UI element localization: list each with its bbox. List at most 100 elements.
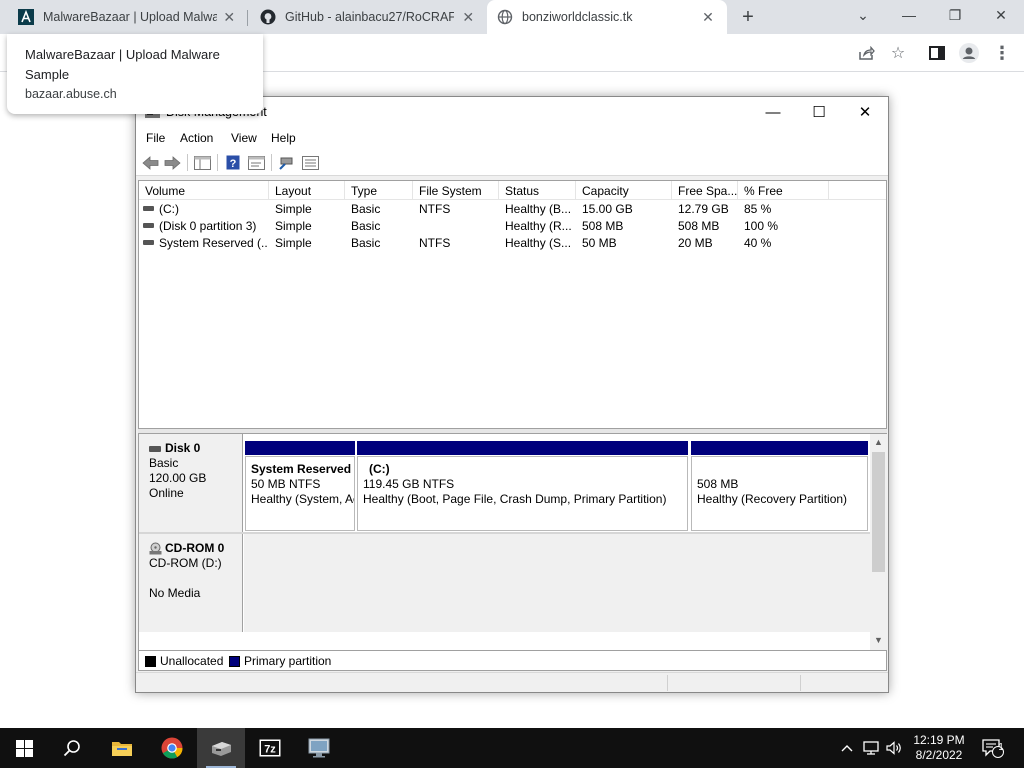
browser-minimize-icon[interactable]: — xyxy=(886,0,932,30)
close-tab-icon[interactable]: ✕ xyxy=(223,8,236,26)
partition-name xyxy=(697,462,862,477)
menu-action[interactable]: Action xyxy=(180,131,213,145)
column-type[interactable]: Type xyxy=(345,181,413,200)
back-icon[interactable] xyxy=(141,154,159,171)
new-tab-button[interactable]: + xyxy=(736,5,760,29)
disk-0-label[interactable]: Disk 0 Basic 120.00 GB Online xyxy=(139,434,243,532)
clock[interactable]: 12:19 PM 8/2/2022 xyxy=(906,733,972,763)
show-hidden-icons-icon[interactable] xyxy=(838,728,856,768)
column-volume[interactable]: Volume xyxy=(139,181,269,200)
cell-free-space: 12.79 GB xyxy=(678,202,729,216)
cell-percent-free: 100 % xyxy=(744,219,779,233)
browser-menu-icon[interactable]: ⋮ xyxy=(992,43,1012,63)
column-file-system[interactable]: File System xyxy=(413,181,499,200)
column-capacity[interactable]: Capacity xyxy=(576,181,672,200)
search-icon[interactable] xyxy=(48,728,96,768)
browser-restore-icon[interactable]: ❐ xyxy=(932,0,978,30)
profile-avatar-icon[interactable] xyxy=(959,43,979,63)
status-divider xyxy=(800,675,801,691)
disk-name: CD-ROM 0 xyxy=(165,541,225,555)
cdrom-empty-area xyxy=(244,534,870,632)
toolbar-separator xyxy=(187,154,188,171)
volume-icon xyxy=(143,223,154,228)
cell-free-space: 508 MB xyxy=(678,219,720,233)
file-explorer-icon[interactable] xyxy=(98,728,146,768)
chrome-icon[interactable] xyxy=(148,728,196,768)
column-percent-free[interactable]: % Free xyxy=(738,181,829,200)
start-icon[interactable] xyxy=(0,728,48,768)
toolbar-separator xyxy=(217,154,218,171)
notification-center-icon[interactable]: 1 xyxy=(981,728,1005,768)
cell-status: Healthy (R... xyxy=(505,219,572,233)
partition-header-bar xyxy=(357,441,688,455)
close-tab-icon[interactable]: ✕ xyxy=(460,8,476,26)
cell-status: Healthy (S... xyxy=(505,236,572,250)
7zip-icon[interactable]: 7z xyxy=(246,728,294,768)
volume-list: Volume Layout Type File System Status Ca… xyxy=(138,180,887,429)
volume-row[interactable]: System Reserved (... Simple Basic NTFS H… xyxy=(139,235,886,252)
scroll-down-icon[interactable]: ▼ xyxy=(870,632,887,648)
volume-icon[interactable] xyxy=(884,728,904,768)
tab-search-icon[interactable]: ⌄ xyxy=(840,0,886,30)
side-panel-icon[interactable] xyxy=(927,43,947,63)
rescan-icon[interactable] xyxy=(277,154,295,171)
cell-type: Basic xyxy=(351,219,381,233)
partition-system-reserved[interactable]: System Reserved 50 MB NTFS Healthy (Syst… xyxy=(245,441,355,531)
primary-partition-swatch xyxy=(229,656,240,667)
taskbar: 7z 12:19 PM 8/2/2022 1 xyxy=(0,728,1024,768)
cell-type: Basic xyxy=(351,236,381,250)
partition-status: Healthy (Boot, Page File, Crash Dump, Pr… xyxy=(363,492,667,506)
partition-body: (C:) 119.45 GB NTFS Healthy (Boot, Page … xyxy=(357,456,688,531)
cdrom-0-label[interactable]: CD-ROM 0 CD-ROM (D:) No Media xyxy=(139,534,243,632)
tab-bonziworld[interactable]: bonziworldclassic.tk ✕ xyxy=(487,0,727,34)
menu-view[interactable]: View xyxy=(231,131,257,145)
globe-favicon xyxy=(497,9,513,25)
help-icon[interactable]: ? xyxy=(224,154,242,171)
partition-recovery[interactable]: 508 MB Healthy (Recovery Partition) xyxy=(691,441,868,531)
minimize-button[interactable]: — xyxy=(750,97,796,127)
browser-close-icon[interactable]: ✕ xyxy=(978,0,1024,30)
hover-card-domain: bazaar.abuse.ch xyxy=(25,87,117,101)
share-icon[interactable] xyxy=(856,43,876,63)
vertical-scrollbar[interactable]: ▲ ▼ xyxy=(870,434,887,650)
list-view-icon[interactable] xyxy=(301,154,319,171)
legend: Unallocated Primary partition xyxy=(138,650,887,671)
close-tab-icon[interactable]: ✕ xyxy=(699,8,717,26)
volume-row[interactable]: (Disk 0 partition 3) Simple Basic Health… xyxy=(139,218,886,235)
scroll-up-icon[interactable]: ▲ xyxy=(870,434,887,450)
disk-size: 120.00 GB xyxy=(149,471,207,485)
column-status[interactable]: Status xyxy=(499,181,576,200)
mmc-toolbar: ? xyxy=(136,149,888,176)
status-divider xyxy=(667,675,668,691)
network-icon[interactable] xyxy=(861,728,881,768)
menu-file[interactable]: File xyxy=(146,131,165,145)
unallocated-swatch xyxy=(145,656,156,667)
tab-hover-card: MalwareBazaar | Upload Malware Sample ba… xyxy=(7,34,263,114)
partition-header-bar xyxy=(245,441,355,455)
menu-help[interactable]: Help xyxy=(271,131,296,145)
hover-card-title: MalwareBazaar | Upload Malware Sample xyxy=(25,47,220,82)
remote-desktop-icon[interactable] xyxy=(295,728,343,768)
cell-capacity: 50 MB xyxy=(582,236,617,250)
maximize-button[interactable]: ☐ xyxy=(796,97,842,127)
properties-icon[interactable] xyxy=(247,154,265,171)
scrollbar-thumb[interactable] xyxy=(872,452,885,572)
close-button[interactable]: ✕ xyxy=(842,97,888,127)
forward-icon[interactable] xyxy=(163,154,181,171)
svg-text:7z: 7z xyxy=(264,744,276,756)
column-free-space[interactable]: Free Spa... xyxy=(672,181,738,200)
tab-malwarebazaar[interactable]: MalwareBazaar | Upload Malware Sample ✕ xyxy=(8,0,246,34)
partition-body: 508 MB Healthy (Recovery Partition) xyxy=(691,456,868,531)
partition-c[interactable]: (C:) 119.45 GB NTFS Healthy (Boot, Page … xyxy=(357,441,688,531)
tab-github[interactable]: GitHub - alainbacu27/RoCRAFTER ✕ xyxy=(250,0,486,34)
tab-title: GitHub - alainbacu27/RoCRAFTER xyxy=(285,10,455,24)
partition-name: System Reserved xyxy=(251,462,352,476)
tab-title: MalwareBazaar | Upload Malware Sample xyxy=(43,10,217,24)
show-hide-console-tree-icon[interactable] xyxy=(193,154,211,171)
bookmark-star-icon[interactable]: ☆ xyxy=(888,43,908,63)
column-layout[interactable]: Layout xyxy=(269,181,345,200)
volume-icon xyxy=(143,206,154,211)
volume-row[interactable]: (C:) Simple Basic NTFS Healthy (B... 15.… xyxy=(139,201,886,218)
disk-management-icon[interactable] xyxy=(197,728,245,768)
clock-time: 12:19 PM xyxy=(913,733,965,747)
